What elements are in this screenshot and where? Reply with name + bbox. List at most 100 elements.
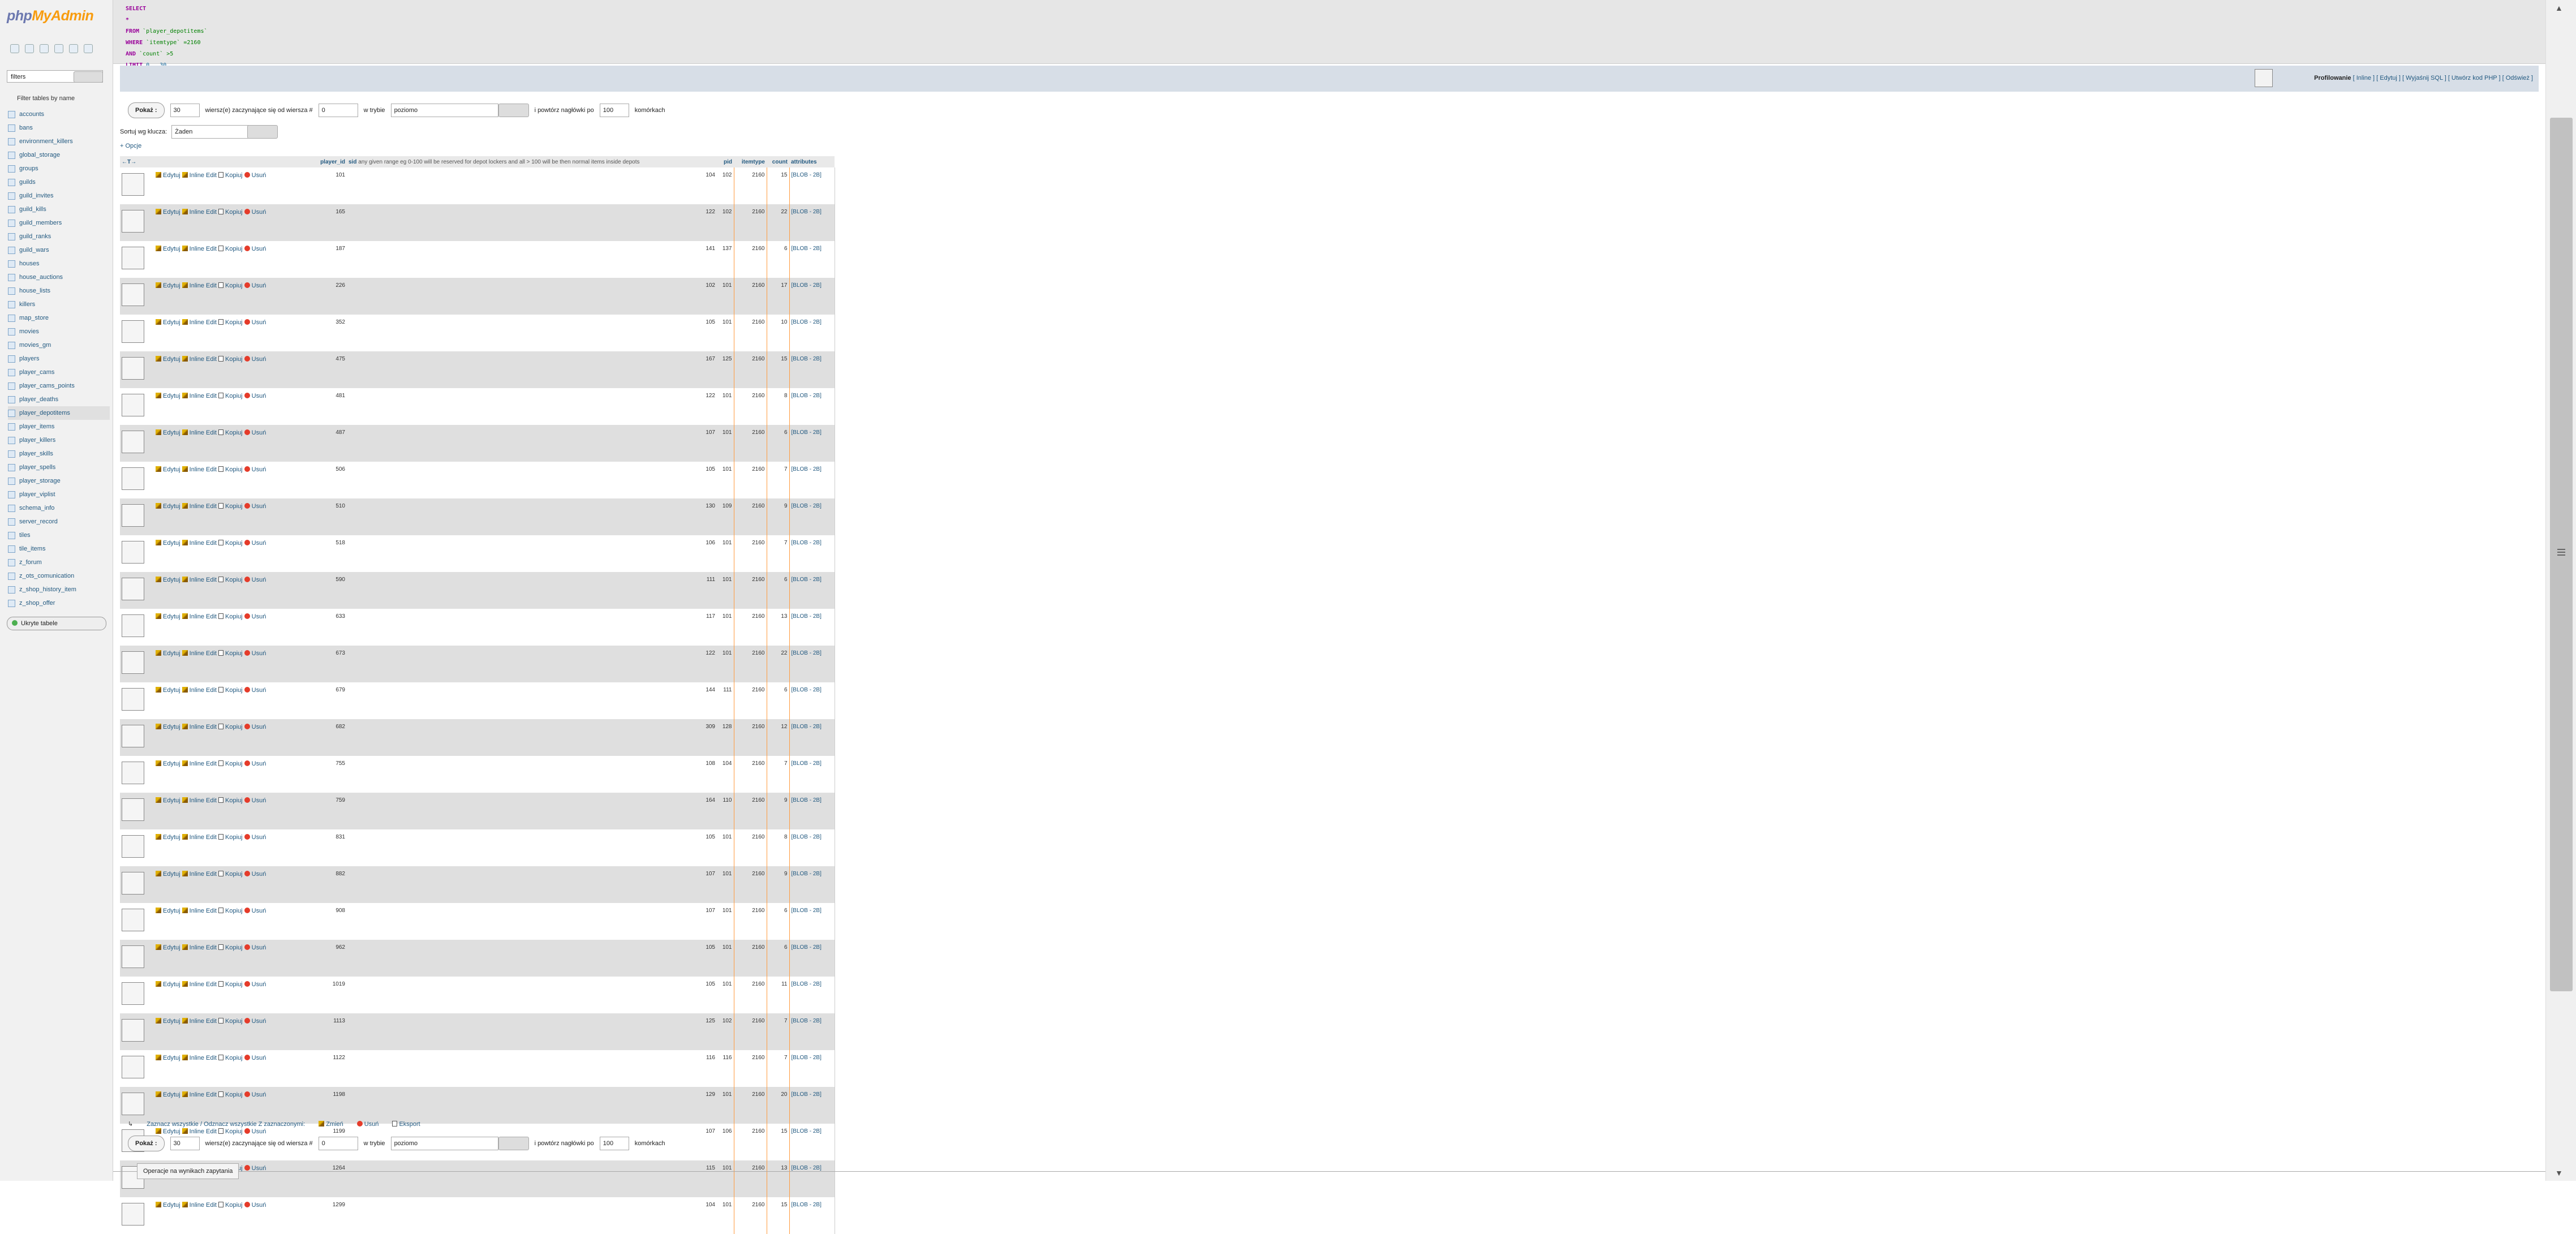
display-mode-select-bottom[interactable]: poziomo [390, 1137, 498, 1150]
edit-link[interactable]: Edytuj [156, 356, 180, 363]
nav-table-item[interactable]: map_store [8, 311, 110, 325]
cell-pid[interactable]: 101 [717, 572, 734, 609]
cell-attributes[interactable]: [BLOB - 2B] [789, 498, 835, 535]
inline-edit-link[interactable]: Inline Edit [182, 577, 217, 583]
cell-pid[interactable]: 101 [717, 1160, 734, 1197]
cell-player-id[interactable]: 1198 [309, 1087, 347, 1124]
cell-sid[interactable]: 125 [347, 1013, 717, 1050]
row-checkbox[interactable] [122, 431, 144, 453]
column-count[interactable]: count [767, 156, 789, 167]
cell-player-id[interactable]: 1299 [309, 1197, 347, 1234]
cell-attributes[interactable]: [BLOB - 2B] [789, 1197, 835, 1234]
cell-player-id[interactable]: 226 [309, 278, 347, 315]
cell-attributes[interactable]: [BLOB - 2B] [789, 793, 835, 829]
inline-edit-link[interactable]: Inline Edit [182, 172, 217, 179]
cell-attributes[interactable]: [BLOB - 2B] [789, 351, 835, 388]
edit-link[interactable]: Edytuj [156, 577, 180, 583]
cell-count[interactable]: 7 [766, 462, 790, 498]
row-checkbox[interactable] [122, 578, 144, 600]
nav-table-item[interactable]: players [8, 352, 110, 366]
cell-itemtype[interactable]: 2160 [733, 609, 767, 646]
inline-edit-link[interactable]: Inline Edit [182, 1091, 217, 1098]
cell-count[interactable]: 6 [766, 425, 790, 462]
cell-sid[interactable]: 164 [347, 793, 717, 829]
column-sid[interactable]: sid any given range eg 0-100 will be res… [347, 156, 717, 167]
edit-link[interactable]: Edytuj [156, 1018, 180, 1025]
cell-itemtype[interactable]: 2160 [733, 498, 767, 535]
cell-sid[interactable]: 104 [347, 167, 717, 204]
cell-attributes[interactable]: [BLOB - 2B] [789, 278, 835, 315]
nav-table-item[interactable]: guild_invites [8, 189, 110, 203]
cell-attributes[interactable]: [BLOB - 2B] [789, 719, 835, 756]
edit-link[interactable]: Edytuj [156, 650, 180, 657]
repeat-headers-input[interactable]: 100 [599, 104, 629, 117]
nav-table-item[interactable]: player_cams [8, 366, 110, 379]
cell-player-id[interactable]: 165 [309, 204, 347, 241]
cell-sid[interactable]: 129 [347, 1087, 717, 1124]
edit-link[interactable]: Edytuj [156, 319, 180, 326]
inline-edit-link[interactable]: Inline Edit [182, 908, 217, 914]
delete-link[interactable]: Usuń [244, 1018, 266, 1025]
delete-link[interactable]: Usuń [244, 209, 266, 216]
cell-sid[interactable]: 102 [347, 278, 717, 315]
copy-link[interactable]: Kopiuj [218, 172, 243, 179]
cell-player-id[interactable]: 962 [309, 940, 347, 977]
cell-attributes[interactable]: [BLOB - 2B] [789, 866, 835, 903]
cell-pid[interactable]: 101 [717, 609, 734, 646]
row-checkbox[interactable] [122, 945, 144, 968]
options-link[interactable]: + Opcje [120, 143, 141, 149]
copy-link[interactable]: Kopiuj [218, 429, 243, 436]
inline-edit-link[interactable]: Inline Edit [182, 944, 217, 951]
delete-link[interactable]: Usuń [244, 282, 266, 289]
delete-link[interactable]: Usuń [244, 577, 266, 583]
nav-table-item[interactable]: player_spells [8, 461, 110, 474]
cell-attributes[interactable]: [BLOB - 2B] [789, 241, 835, 278]
copy-link[interactable]: Kopiuj [218, 650, 243, 657]
cell-count[interactable]: 15 [766, 167, 790, 204]
cell-pid[interactable]: 101 [717, 425, 734, 462]
cell-sid[interactable]: 107 [347, 903, 717, 940]
row-checkbox[interactable] [122, 504, 144, 527]
inline-edit-link[interactable]: Inline Edit [182, 1128, 217, 1135]
cell-count[interactable]: 9 [766, 793, 790, 829]
cell-pid[interactable]: 101 [717, 388, 734, 425]
cell-attributes[interactable]: [BLOB - 2B] [789, 1160, 835, 1197]
cell-itemtype[interactable]: 2160 [733, 646, 767, 682]
cell-sid[interactable]: 105 [347, 829, 717, 866]
cell-sid[interactable]: 106 [347, 535, 717, 572]
row-checkbox[interactable] [122, 210, 144, 233]
cell-count[interactable]: 7 [766, 1013, 790, 1050]
inline-edit-link[interactable]: Inline Edit [182, 724, 217, 730]
cell-pid[interactable]: 106 [717, 1124, 734, 1160]
cell-pid[interactable]: 102 [717, 204, 734, 241]
copy-link[interactable]: Kopiuj [218, 356, 243, 363]
delete-link[interactable]: Usuń [244, 871, 266, 878]
bulk-delete-button[interactable]: Usuń [356, 1120, 379, 1128]
show-button-bottom[interactable]: Pokaż : [128, 1136, 165, 1151]
cell-player-id[interactable]: 633 [309, 609, 347, 646]
row-checkbox[interactable] [122, 1203, 144, 1226]
nav-table-item[interactable]: player_depotitems [8, 406, 110, 420]
delete-link[interactable]: Usuń [244, 724, 266, 730]
cell-itemtype[interactable]: 2160 [733, 756, 767, 793]
cell-player-id[interactable]: 1019 [309, 977, 347, 1013]
row-checkbox[interactable] [122, 394, 144, 416]
cell-pid[interactable]: 111 [717, 682, 734, 719]
cell-count[interactable]: 22 [766, 646, 790, 682]
cell-count[interactable]: 9 [766, 866, 790, 903]
home-icon[interactable] [10, 44, 19, 53]
copy-link[interactable]: Kopiuj [218, 209, 243, 216]
edit-link[interactable]: Edytuj [156, 1128, 180, 1135]
cell-pid[interactable]: 101 [717, 866, 734, 903]
cell-pid[interactable]: 101 [717, 278, 734, 315]
cell-itemtype[interactable]: 2160 [733, 793, 767, 829]
delete-link[interactable]: Usuń [244, 797, 266, 804]
cell-itemtype[interactable]: 2160 [733, 278, 767, 315]
cell-attributes[interactable]: [BLOB - 2B] [789, 646, 835, 682]
cell-player-id[interactable]: 487 [309, 425, 347, 462]
edit-link[interactable]: Edytuj [156, 1055, 180, 1061]
nav-table-item[interactable]: guilds [8, 175, 110, 189]
copy-link[interactable]: Kopiuj [218, 503, 243, 510]
cell-itemtype[interactable]: 2160 [733, 1124, 767, 1160]
delete-link[interactable]: Usuń [244, 356, 266, 363]
